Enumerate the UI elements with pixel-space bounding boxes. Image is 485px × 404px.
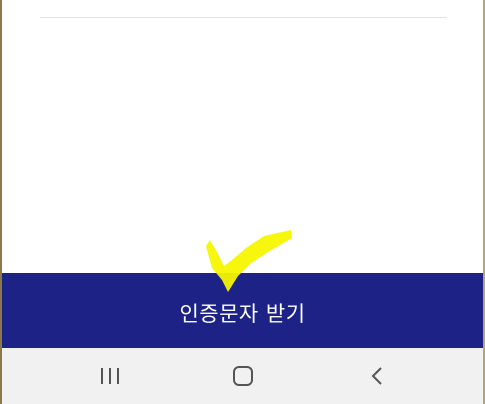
receive-verification-sms-label: 인증문자 받기	[179, 301, 306, 326]
device-frame: 인증문자 받기	[0, 0, 485, 404]
receive-verification-sms-button[interactable]: 인증문자 받기	[2, 273, 483, 348]
recent-apps-button[interactable]	[80, 356, 140, 396]
system-navigation-bar	[2, 348, 483, 404]
recent-apps-icon	[101, 368, 119, 384]
field-underline	[40, 17, 447, 18]
app-screen: 인증문자 받기	[2, 0, 483, 404]
back-icon	[371, 367, 382, 385]
back-button[interactable]	[348, 356, 408, 396]
home-button[interactable]	[213, 356, 273, 396]
form-content-area	[2, 0, 483, 273]
home-icon	[233, 366, 253, 386]
